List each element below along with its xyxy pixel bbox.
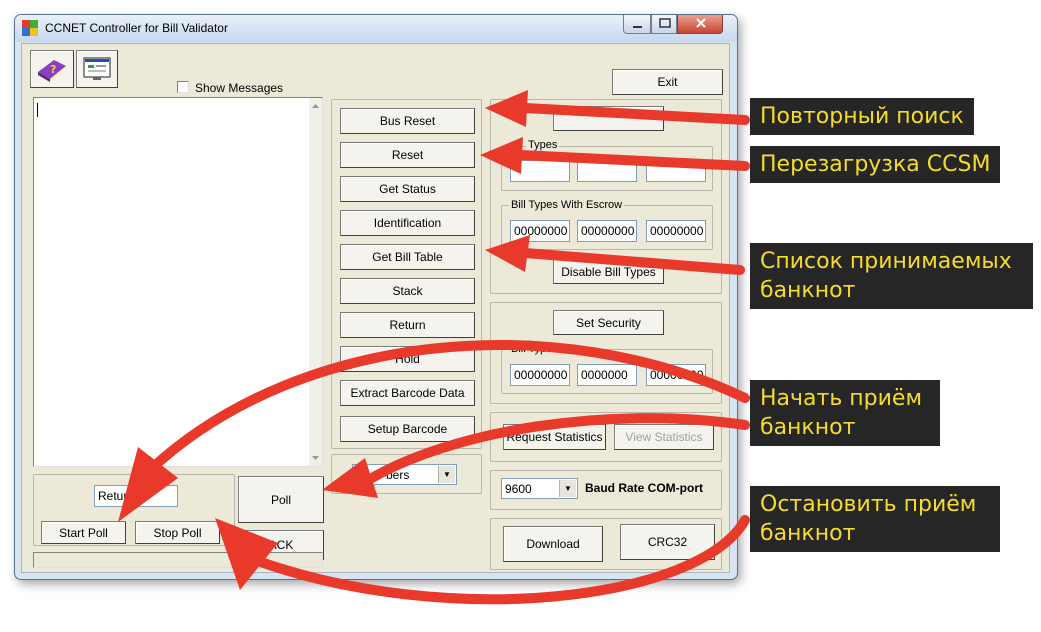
chevron-down-icon[interactable]: ▼ (438, 466, 455, 483)
security-bill-types-label: Bill Types (509, 343, 560, 355)
minimize-icon (633, 26, 642, 28)
escrow-label: Bill Types With Escrow (509, 199, 625, 211)
baud-rate-label: Baud Rate COM-port (585, 481, 703, 495)
identification-button[interactable]: Identification (340, 210, 475, 236)
poll-button[interactable]: Poll (238, 476, 324, 523)
start-poll-button[interactable]: Start Poll (41, 521, 126, 544)
bill-type-field-1[interactable] (510, 160, 570, 182)
app-window: CCNET Controller for Bill Validator ? Sh… (14, 14, 738, 580)
window-title: CCNET Controller for Bill Validator (45, 21, 228, 35)
annotation-bill-table: Список принимаемых банкнот (750, 243, 1033, 309)
return-button[interactable]: Return (340, 312, 475, 338)
maximize-button[interactable] (651, 15, 677, 34)
monitor-icon (83, 57, 111, 80)
title-bar[interactable]: CCNET Controller for Bill Validator (15, 15, 737, 42)
show-messages-checkbox[interactable] (177, 81, 189, 93)
get-bill-table-button[interactable]: Get Bill Table (340, 244, 475, 270)
barcode-combo-value: bers (386, 467, 410, 482)
bill-type-field-3[interactable] (646, 160, 706, 182)
message-log[interactable] (33, 97, 323, 467)
enable-bill-types-button[interactable] (553, 106, 664, 131)
annotation-stop-poll: Остановить приём банкнот (750, 486, 1000, 552)
svg-text:?: ? (50, 63, 56, 76)
security-field-2[interactable]: 0000000 (577, 364, 637, 386)
reset-button[interactable]: Reset (340, 142, 475, 168)
close-icon (696, 18, 706, 28)
text-cursor (37, 103, 38, 117)
chevron-down-icon[interactable]: ▼ (559, 480, 576, 497)
help-button[interactable]: ? (30, 50, 74, 88)
close-button[interactable] (677, 15, 723, 34)
bill-type-field-2[interactable] (577, 160, 637, 182)
return-field[interactable]: Return (94, 485, 178, 507)
monitor-button[interactable] (76, 50, 118, 88)
client-area: ? Show Messages Exit Return Start Poll S… (21, 43, 730, 573)
set-security-button[interactable]: Set Security (553, 310, 664, 335)
view-statistics-button[interactable]: View Statistics (614, 424, 714, 450)
status-bar (33, 552, 323, 568)
log-scrollbar[interactable] (309, 98, 322, 466)
bill-types-label: Types (526, 139, 560, 151)
minimize-button[interactable] (623, 15, 651, 34)
stop-poll-button[interactable]: Stop Poll (135, 521, 220, 544)
download-button[interactable]: Download (503, 526, 603, 562)
annotation-start-poll: Начать приём банкнот (750, 380, 940, 446)
baud-rate-combo[interactable]: 9600 ▼ (501, 478, 578, 499)
scroll-down-icon (312, 456, 319, 460)
barcode-combo[interactable]: bers ▼ (352, 464, 457, 485)
setup-barcode-button[interactable]: Setup Barcode (340, 416, 475, 442)
escrow-field-3[interactable]: 00000000 (646, 220, 706, 242)
escrow-field-1[interactable]: 00000000 (510, 220, 570, 242)
hold-button[interactable]: Hold (340, 346, 475, 372)
security-field-1[interactable]: 00000000 (510, 364, 570, 386)
help-book-icon: ? (38, 60, 66, 82)
exit-button[interactable]: Exit (612, 69, 723, 95)
request-statistics-button[interactable]: Request Statistics (503, 424, 606, 450)
annotation-bus-reset: Повторный поиск (750, 98, 974, 135)
stack-button[interactable]: Stack (340, 278, 475, 304)
scroll-up-icon (312, 104, 319, 108)
escrow-field-2[interactable]: 00000000 (577, 220, 637, 242)
bus-reset-button[interactable]: Bus Reset (340, 108, 475, 134)
show-messages-label: Show Messages (195, 81, 284, 95)
get-status-button[interactable]: Get Status (340, 176, 475, 202)
app-icon (22, 20, 38, 36)
baud-rate-value: 9600 (505, 481, 532, 496)
maximize-icon (659, 18, 671, 28)
extract-barcode-button[interactable]: Extract Barcode Data (340, 380, 475, 406)
security-field-3[interactable]: 00000000 (646, 364, 706, 386)
annotation-reset: Перезагрузка CCSM (750, 146, 1001, 183)
disable-bill-types-button[interactable]: Disable Bill Types (553, 259, 664, 284)
crc32-button[interactable]: CRC32 (620, 524, 715, 560)
